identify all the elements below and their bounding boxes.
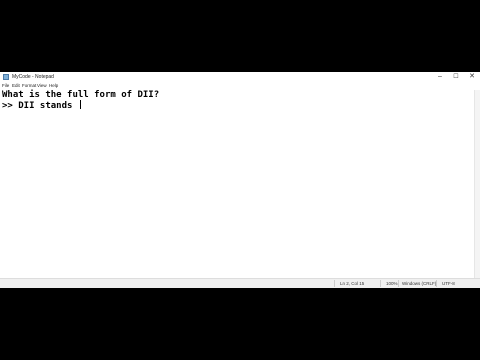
maximize-button[interactable]: ☐ <box>448 72 464 82</box>
line-ending: Windows (CRLF) <box>402 281 437 286</box>
status-divider <box>436 280 437 287</box>
cursor-position: Ln 2, Col 15 <box>340 281 365 286</box>
title-bar: MyCode - Notepad – ☐ ✕ <box>0 72 480 82</box>
menu-view[interactable]: View <box>37 82 47 90</box>
minimize-button[interactable]: – <box>432 72 448 82</box>
status-bar: Ln 2, Col 15 100% Windows (CRLF) UTF-8 <box>0 278 480 288</box>
menu-bar: File Edit Format View Help <box>0 82 480 90</box>
text-editor[interactable]: What is the full form of DII? >> DII sta… <box>0 90 474 278</box>
close-button[interactable]: ✕ <box>464 72 480 82</box>
editor-line-2: >> DII stands <box>2 100 81 112</box>
status-divider <box>380 280 381 287</box>
vertical-scrollbar[interactable] <box>474 90 480 278</box>
window-title: MyCode - Notepad <box>12 74 54 80</box>
menu-format[interactable]: Format <box>22 82 36 90</box>
zoom-level: 100% <box>386 281 398 286</box>
editor-line-2-text: >> DII stands <box>2 101 78 111</box>
status-divider <box>398 280 399 287</box>
status-divider <box>334 280 335 287</box>
encoding: UTF-8 <box>442 281 455 286</box>
notepad-window: MyCode - Notepad – ☐ ✕ File Edit Format … <box>0 72 480 288</box>
menu-edit[interactable]: Edit <box>12 82 20 90</box>
editor-line-1-text: What is the full form of DII? <box>2 90 160 100</box>
menu-file[interactable]: File <box>2 82 9 90</box>
text-caret <box>79 100 81 109</box>
menu-help[interactable]: Help <box>49 82 58 90</box>
notepad-icon <box>3 74 9 80</box>
